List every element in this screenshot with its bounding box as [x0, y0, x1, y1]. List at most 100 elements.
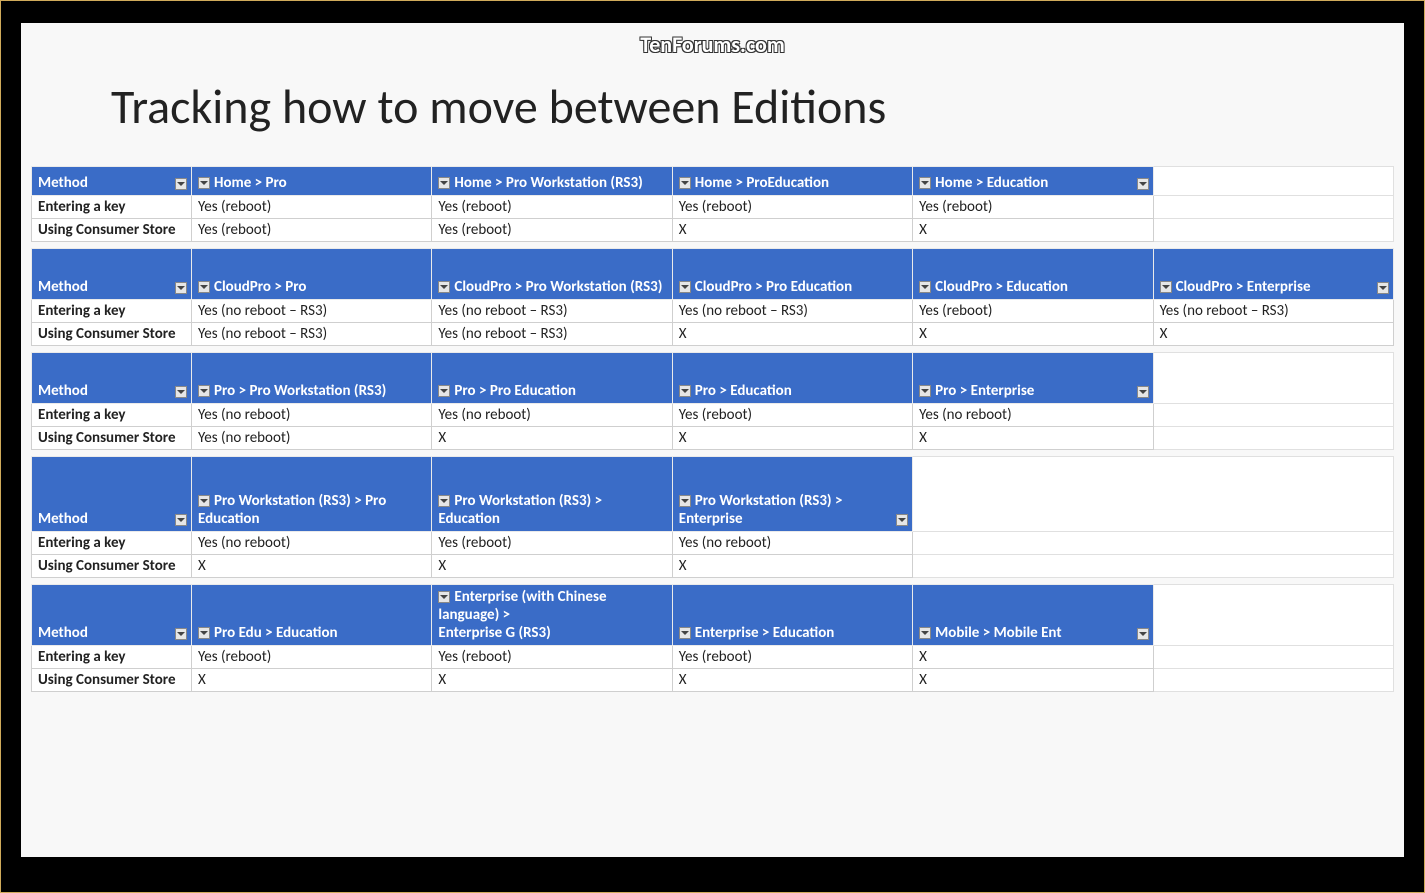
filter-dropdown-icon[interactable]: [438, 177, 450, 189]
column-header-label: Pro Edu > Education: [214, 624, 338, 642]
column-header[interactable]: Enterprise > Education: [672, 585, 912, 646]
editions-table: MethodPro > Pro Workstation (RS3) Pro > P…: [31, 352, 1394, 450]
cell: X: [432, 555, 672, 578]
row-label: Using Consumer Store: [32, 219, 192, 242]
filter-dropdown-icon[interactable]: [198, 177, 210, 189]
column-header-method[interactable]: Method: [32, 585, 192, 646]
filter-dropdown-icon[interactable]: [198, 495, 210, 507]
column-header-method[interactable]: Method: [32, 249, 192, 300]
column-header[interactable]: Home > Pro: [192, 167, 432, 196]
column-header[interactable]: CloudPro > Pro: [192, 249, 432, 300]
column-header[interactable]: CloudPro > Education: [913, 249, 1153, 300]
column-header[interactable]: Pro Workstation (RS3) > Education: [432, 457, 672, 532]
cell: Yes (reboot): [432, 532, 672, 555]
cell: X: [672, 219, 912, 242]
column-header[interactable]: Pro Edu > Education: [192, 585, 432, 646]
filter-dropdown-icon[interactable]: [1137, 178, 1149, 190]
editions-table: MethodPro Workstation (RS3) > Pro Educat…: [31, 456, 1394, 578]
filter-dropdown-icon[interactable]: [198, 627, 210, 639]
filter-dropdown-icon[interactable]: [175, 282, 187, 294]
column-header[interactable]: Pro Workstation (RS3) > Enterprise: [672, 457, 912, 532]
filter-dropdown-icon[interactable]: [679, 495, 691, 507]
filter-dropdown-icon[interactable]: [175, 386, 187, 398]
filter-dropdown-icon[interactable]: [896, 514, 908, 526]
filter-dropdown-icon[interactable]: [438, 591, 450, 603]
filter-dropdown-icon[interactable]: [1137, 386, 1149, 398]
column-header[interactable]: Pro > Pro Education: [432, 353, 672, 404]
cell: Yes (reboot): [913, 196, 1153, 219]
column-header[interactable]: Pro > Pro Workstation (RS3): [192, 353, 432, 404]
cell: X: [192, 555, 432, 578]
column-header-method[interactable]: Method: [32, 167, 192, 196]
column-header-label: Pro > Education: [695, 382, 792, 400]
editions-table: Method Pro Edu > Education Enterprise (wit…: [31, 584, 1394, 692]
cell: Yes (reboot): [672, 646, 912, 669]
row-label: Entering a key: [32, 404, 192, 427]
filter-dropdown-icon[interactable]: [919, 281, 931, 293]
cell: [1153, 404, 1393, 427]
filter-dropdown-icon[interactable]: [919, 177, 931, 189]
filter-dropdown-icon[interactable]: [438, 385, 450, 397]
column-header[interactable]: Enterprise (with Chinese language) >Ente…: [432, 585, 672, 646]
filter-dropdown-icon[interactable]: [198, 385, 210, 397]
column-header[interactable]: Pro > Education: [672, 353, 912, 404]
column-header[interactable]: Home > ProEducation: [672, 167, 912, 196]
column-header[interactable]: Pro > Enterprise: [913, 353, 1153, 404]
filter-dropdown-icon[interactable]: [919, 385, 931, 397]
cell: [1153, 219, 1393, 242]
column-header-label: CloudPro > Pro Education: [695, 278, 852, 296]
column-header-label: Pro > Pro Education: [454, 382, 576, 400]
column-header-label: Mobile > Mobile Ent: [935, 624, 1061, 642]
column-header[interactable]: Mobile > Mobile Ent: [913, 585, 1153, 646]
column-header[interactable]: CloudPro > Pro Workstation (RS3): [432, 249, 672, 300]
filter-dropdown-icon[interactable]: [1160, 281, 1172, 293]
filter-dropdown-icon[interactable]: [1377, 282, 1389, 294]
cell: X: [1153, 323, 1393, 346]
filter-dropdown-icon[interactable]: [198, 281, 210, 293]
filter-dropdown-icon[interactable]: [175, 178, 187, 190]
table-row: Entering a keyYes (no reboot)Yes (no reb…: [32, 404, 1394, 427]
cell: [1153, 669, 1393, 692]
filter-dropdown-icon[interactable]: [438, 495, 450, 507]
column-header[interactable]: CloudPro > Pro Education: [672, 249, 912, 300]
column-header-label: Home > Education: [935, 174, 1048, 192]
filter-dropdown-icon[interactable]: [175, 514, 187, 526]
cell: Yes (no reboot – RS3): [192, 323, 432, 346]
page-title: Tracking how to move between Editions: [21, 23, 1404, 166]
filter-dropdown-icon[interactable]: [679, 627, 691, 639]
filter-dropdown-icon[interactable]: [679, 385, 691, 397]
column-header[interactable]: CloudPro > Enterprise: [1153, 249, 1393, 300]
column-header-method[interactable]: Method: [32, 457, 192, 532]
cell: X: [672, 427, 912, 450]
cell: Yes (reboot): [913, 300, 1153, 323]
filter-dropdown-icon[interactable]: [919, 627, 931, 639]
table-row: Using Consumer StoreXXX: [32, 555, 1394, 578]
table-row: Entering a keyYes (reboot)Yes (reboot)Ye…: [32, 196, 1394, 219]
cell: X: [432, 669, 672, 692]
cell: Yes (reboot): [192, 646, 432, 669]
filter-dropdown-icon[interactable]: [679, 281, 691, 293]
filter-dropdown-icon[interactable]: [438, 281, 450, 293]
cell: Yes (no reboot): [192, 404, 432, 427]
row-label: Using Consumer Store: [32, 427, 192, 450]
column-header[interactable]: Home > Education: [913, 167, 1153, 196]
filter-dropdown-icon[interactable]: [1137, 628, 1149, 640]
column-header[interactable]: Home > Pro Workstation (RS3): [432, 167, 672, 196]
cell: Yes (no reboot – RS3): [672, 300, 912, 323]
column-header[interactable]: Pro Workstation (RS3) > Pro Education: [192, 457, 432, 532]
cell: X: [672, 323, 912, 346]
column-header-label: Home > Pro: [214, 174, 287, 192]
column-header-label: Home > Pro Workstation (RS3): [454, 174, 642, 192]
table-row: Using Consumer StoreXXXX: [32, 669, 1394, 692]
filter-dropdown-icon[interactable]: [175, 628, 187, 640]
column-header-label: Home > ProEducation: [695, 174, 829, 192]
column-header-method[interactable]: Method: [32, 353, 192, 404]
cell: [1153, 646, 1393, 669]
filter-dropdown-icon[interactable]: [679, 177, 691, 189]
cell: X: [913, 669, 1153, 692]
column-header-label: Enterprise > Education: [695, 624, 835, 642]
cell: X: [913, 646, 1153, 669]
row-label: Using Consumer Store: [32, 323, 192, 346]
table-row: Using Consumer StoreYes (reboot)Yes (reb…: [32, 219, 1394, 242]
cell: Yes (no reboot – RS3): [192, 300, 432, 323]
